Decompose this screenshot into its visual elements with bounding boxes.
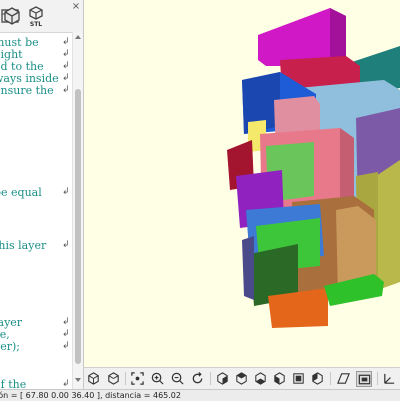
wrap-indicator-icon: ↲ — [62, 317, 70, 327]
wrap-indicator-icon: ↲ — [62, 379, 70, 389]
show-axes-icon[interactable] — [382, 371, 397, 386]
code-line: of the — [0, 378, 27, 389]
status-bar: ión = [ 67.80 0.00 36.40 ], distancia = … — [0, 389, 400, 401]
toolbar-separator — [377, 372, 378, 385]
rotate-icon[interactable] — [190, 371, 205, 386]
scroll-up-arrow-icon[interactable] — [75, 35, 81, 39]
editor-toolbar: STL × — [0, 0, 83, 33]
code-editor[interactable]: must be eight ed to the ways inside ensu… — [0, 32, 83, 389]
code-line: yer); — [0, 340, 20, 353]
wrap-indicator-icon: ↲ — [62, 85, 70, 95]
zoom-in-icon[interactable] — [150, 371, 165, 386]
code-line: be equal — [0, 186, 42, 199]
wrap-indicator-icon: ↲ — [62, 341, 70, 351]
code-line: this layer — [0, 239, 47, 252]
stl-label: STL — [29, 21, 43, 28]
code-line: ensure the — [0, 84, 54, 97]
scroll-thumb[interactable] — [75, 89, 81, 364]
toolbar-separator — [330, 372, 331, 385]
wrap-indicator-icon: ↲ — [62, 61, 70, 71]
code-line: e — [0, 198, 1, 211]
view-bottom-icon[interactable] — [253, 371, 268, 386]
3d-viewport[interactable] — [84, 0, 400, 367]
wrap-indicator-icon: ↲ — [62, 240, 70, 250]
reset-view-icon[interactable] — [106, 371, 121, 386]
orthogonal-icon[interactable] — [356, 371, 372, 387]
3d-model-render — [227, 8, 400, 328]
editor-panel: STL × must be eight ed to the ways insid… — [0, 0, 84, 389]
toolbar-separator — [210, 372, 211, 385]
close-button[interactable]: × — [71, 2, 81, 12]
wrap-indicator-icon: ↲ — [62, 187, 70, 197]
wrap-indicator-icon: ↲ — [62, 37, 70, 47]
view-back-icon[interactable] — [310, 371, 325, 386]
scroll-down-arrow-icon[interactable] — [75, 378, 81, 382]
editor-scrollbar[interactable] — [72, 32, 83, 389]
wrap-indicator-icon: ↲ — [62, 49, 70, 59]
zoom-fit-icon[interactable] — [130, 371, 145, 386]
wrap-indicator-icon: ↲ — [62, 329, 70, 339]
wrap-indicator-icon: ↲ — [62, 73, 70, 83]
toolbar-separator — [125, 372, 126, 385]
view-right-icon[interactable] — [215, 371, 230, 386]
viewport-status-text: ión = [ 67.80 0.00 36.40 ], distancia = … — [0, 391, 181, 400]
view-left-icon[interactable] — [272, 371, 287, 386]
perspective-icon[interactable] — [336, 371, 351, 386]
render-cube-icon[interactable] — [0, 4, 24, 28]
zoom-out-icon[interactable] — [170, 371, 185, 386]
view-all-icon[interactable] — [86, 371, 101, 386]
view-toolbar — [84, 367, 400, 390]
view-front-icon[interactable] — [291, 371, 306, 386]
view-top-icon[interactable] — [234, 371, 249, 386]
